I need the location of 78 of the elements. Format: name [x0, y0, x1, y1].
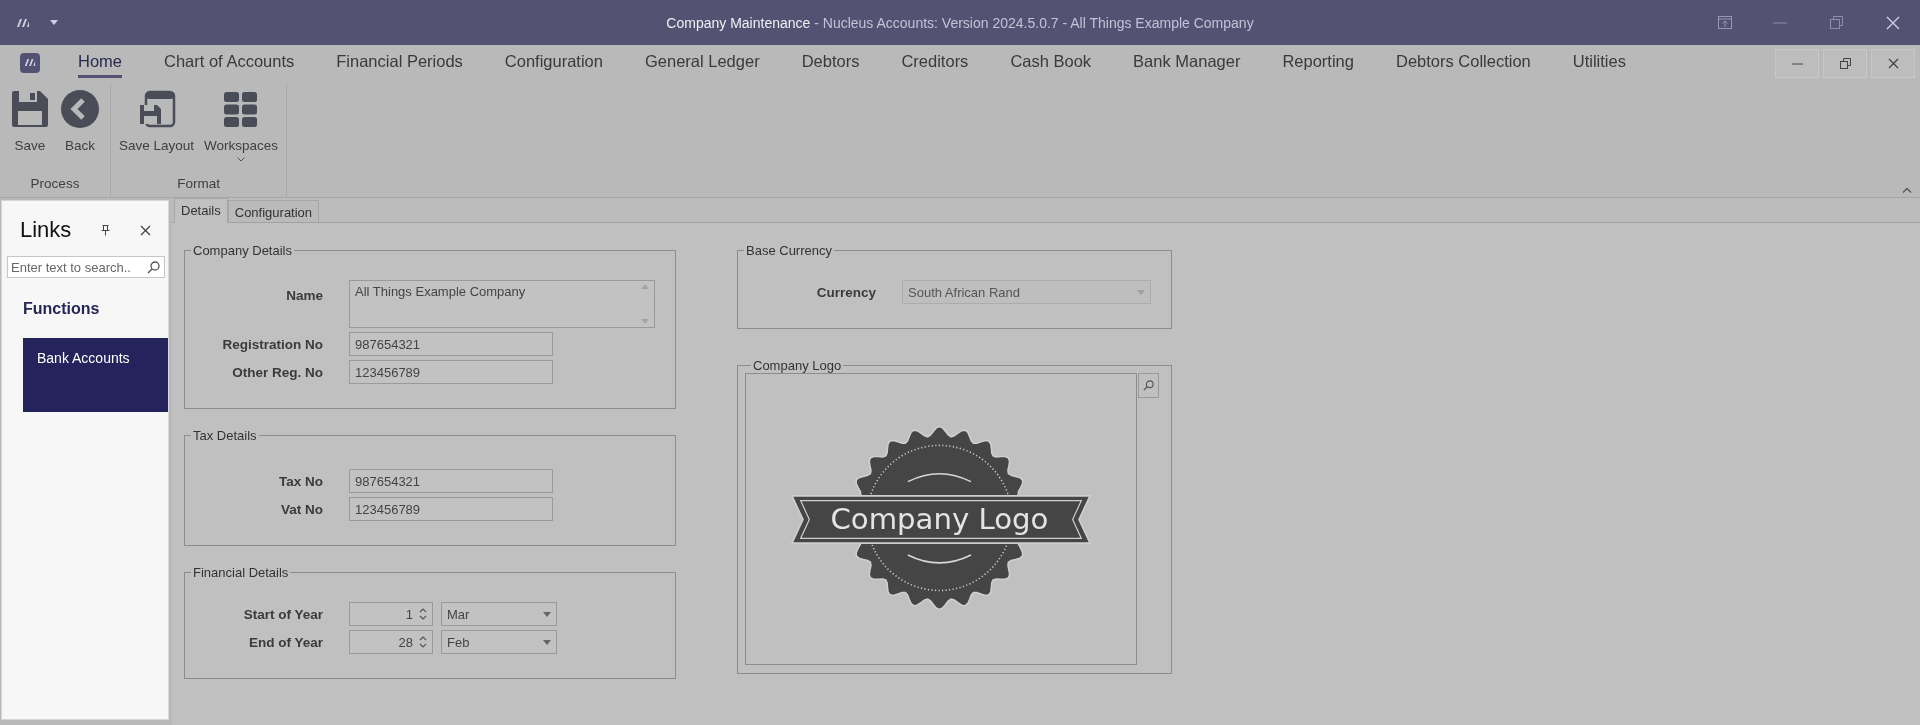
menu-tab[interactable]: Creditors	[901, 47, 969, 78]
field-label: Tax No	[278, 473, 323, 489]
month-dropdown[interactable]: Feb	[441, 630, 557, 654]
menu-tab[interactable]: Home	[78, 47, 122, 78]
menu-tab[interactable]: Financial Periods	[336, 47, 463, 78]
caret-icon	[1137, 289, 1145, 295]
text-field[interactable]: 987654321	[349, 332, 553, 356]
ribbon-button[interactable]: Save Layout	[115, 84, 199, 176]
menu-tab[interactable]: Chart of Accounts	[164, 47, 295, 78]
caret-icon	[543, 639, 551, 645]
search-icon	[147, 261, 160, 274]
menu-tab[interactable]: Debtors Collection	[1395, 47, 1531, 78]
panel-title: Links	[20, 217, 72, 243]
menu-tab[interactable]: Cash Book	[1010, 47, 1092, 78]
text-field[interactable]: 123456789	[349, 360, 553, 384]
group-title: Company Logo	[752, 358, 843, 373]
app-icon[interactable]	[16, 17, 30, 28]
field-label: Currency	[815, 284, 876, 300]
ribbon-group-label: Format	[176, 176, 221, 193]
menu-tab[interactable]: Bank Manager	[1133, 47, 1241, 78]
group-title: Financial Details	[192, 565, 290, 580]
app-menu-icon[interactable]	[20, 52, 40, 73]
ribbon-group-label: Process	[29, 176, 81, 193]
field-value: Mar	[447, 606, 470, 622]
menu-tab[interactable]: Debtors	[801, 47, 860, 78]
menu-tab[interactable]: General Ledger	[645, 47, 760, 78]
save-icon	[10, 89, 50, 129]
ribbon-button[interactable]: Workspaces	[200, 84, 283, 176]
group-title: Company Details	[192, 243, 293, 258]
field-label: Other Reg. No	[231, 364, 323, 380]
collapse-ribbon-icon[interactable]	[1902, 187, 1912, 193]
pin-icon[interactable]	[101, 224, 111, 236]
restore-icon[interactable]	[1830, 16, 1843, 29]
section-heading: Functions	[23, 300, 101, 318]
close-icon	[1887, 58, 1899, 69]
currency-dropdown[interactable]: South African Rand	[902, 280, 1151, 304]
search-icon	[1143, 380, 1154, 391]
day-spin-field[interactable]: 28	[349, 630, 433, 654]
field-label: Vat No	[280, 501, 323, 517]
menu-tab[interactable]: Reporting	[1282, 47, 1354, 78]
text-field[interactable]: 123456789	[349, 497, 553, 521]
spin-arrows-icon[interactable]	[419, 635, 427, 649]
ribbon-button[interactable]: Back	[56, 84, 104, 176]
group-title: Tax Details	[192, 428, 258, 443]
day-spin-field[interactable]: 1	[349, 602, 433, 626]
field-value: South African Rand	[908, 284, 1021, 300]
tab[interactable]: Configuration	[227, 200, 320, 222]
search-field[interactable]: Enter text to search..	[7, 256, 165, 278]
field-value: All Things Example Company	[355, 284, 526, 299]
ribbon-button[interactable]: Save	[6, 84, 54, 176]
menu-tab[interactable]: Utilities	[1572, 47, 1626, 78]
field-value: 1	[405, 606, 413, 622]
restore-icon	[1839, 58, 1851, 69]
ribbon-display-icon[interactable]	[1718, 16, 1732, 29]
text-field[interactable]: 987654321	[349, 469, 553, 493]
minimize-icon	[1791, 62, 1803, 65]
field-value: 28	[398, 634, 413, 650]
month-dropdown[interactable]: Mar	[441, 602, 557, 626]
logo-text: Company Logo	[830, 501, 1049, 536]
field-label: Start of Year	[242, 606, 323, 622]
field-value: Feb	[447, 634, 470, 650]
spin-arrows-icon[interactable]	[419, 607, 427, 621]
group-title: Base Currency	[745, 243, 833, 258]
close-icon[interactable]	[140, 224, 152, 236]
zoom-button[interactable]	[1138, 373, 1159, 398]
chevron-down-icon	[237, 157, 246, 162]
tab[interactable]: Details	[174, 198, 228, 223]
window-title: Company Maintenance	[666, 14, 811, 31]
window-subtitle: - Nucleus Accounts: Version 2024.5.0.7 - All Things Example Company	[814, 14, 1254, 31]
link-item[interactable]: Bank Accounts	[23, 338, 168, 412]
field-label: Registration No	[221, 336, 323, 352]
menu-tab[interactable]: Configuration	[504, 47, 603, 78]
quick-access-caret-icon	[50, 20, 58, 25]
back-icon	[60, 89, 100, 129]
restore-button[interactable]	[1823, 49, 1867, 78]
field-label: End of Year	[247, 634, 323, 650]
field-label: Name	[285, 287, 323, 303]
caret-icon	[543, 611, 551, 617]
